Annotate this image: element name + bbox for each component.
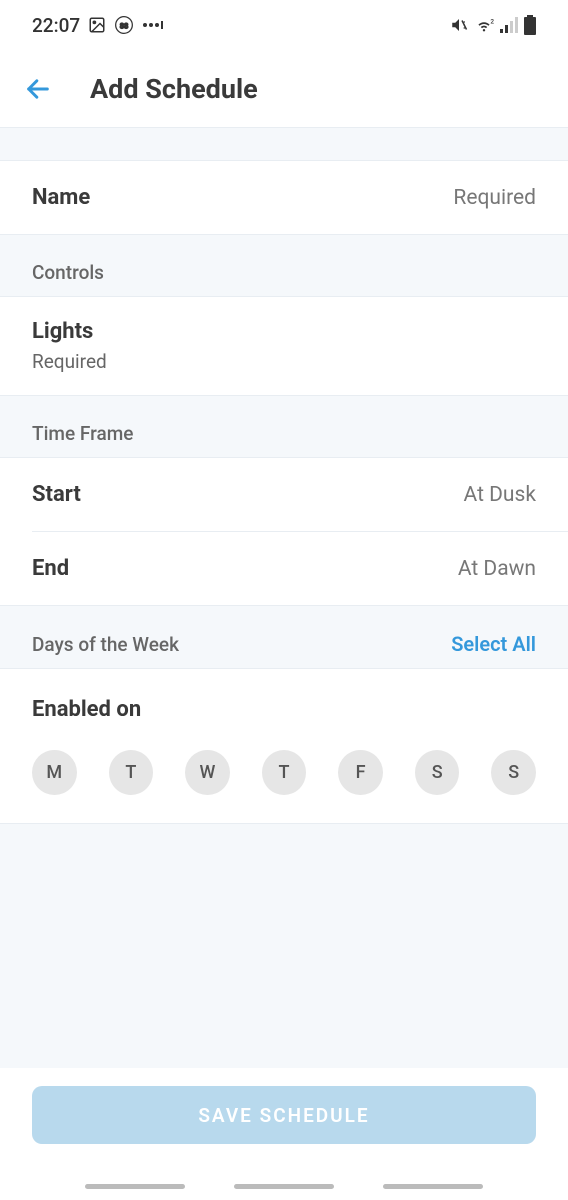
timeframe-label: Time Frame: [32, 422, 133, 445]
enabled-on-label: Enabled on: [32, 697, 536, 722]
end-label: End: [32, 556, 69, 581]
back-button[interactable]: [24, 75, 52, 103]
status-left: 22:07 88: [32, 14, 164, 37]
start-label: Start: [32, 482, 81, 507]
name-value: Required: [453, 186, 536, 210]
signal-icon: [500, 17, 518, 33]
name-row[interactable]: Name Required: [0, 160, 568, 235]
lights-value: Required: [32, 350, 536, 373]
app-bar: Add Schedule: [0, 50, 568, 128]
nav-home[interactable]: [234, 1184, 334, 1189]
mute-vibrate-icon: [450, 16, 468, 34]
status-right: 2: [450, 15, 536, 35]
start-row[interactable]: Start At Dusk: [0, 458, 568, 531]
day-saturday[interactable]: S: [415, 750, 460, 795]
image-icon: [88, 16, 106, 34]
day-tuesday[interactable]: T: [109, 750, 154, 795]
wifi-icon: 2: [474, 17, 494, 33]
blank-fill: [0, 824, 568, 1068]
lights-row[interactable]: Lights Required: [0, 296, 568, 396]
day-sunday[interactable]: S: [491, 750, 536, 795]
end-row[interactable]: End At Dawn: [0, 532, 568, 605]
spacer: [0, 128, 568, 160]
battery-icon: [524, 15, 536, 35]
day-thursday[interactable]: T: [262, 750, 307, 795]
save-schedule-button[interactable]: SAVE SCHEDULE: [32, 1086, 536, 1144]
days-label: Days of the Week: [32, 633, 179, 656]
lights-label: Lights: [32, 319, 536, 344]
day-wednesday[interactable]: W: [185, 750, 230, 795]
android-nav-bar: [0, 1172, 568, 1200]
days-header: Days of the Week Select All: [0, 606, 568, 668]
day-friday[interactable]: F: [338, 750, 383, 795]
nav-back[interactable]: [383, 1184, 483, 1189]
select-all-button[interactable]: Select All: [451, 632, 536, 656]
battery-percent-icon: 88: [114, 15, 134, 35]
controls-header: Controls: [0, 235, 568, 296]
days-section: Enabled on M T W T F S S: [0, 668, 568, 824]
end-value: At Dawn: [458, 557, 536, 581]
name-label: Name: [32, 185, 90, 210]
save-area: SAVE SCHEDULE: [0, 1068, 568, 1172]
start-value: At Dusk: [464, 483, 536, 507]
controls-label: Controls: [32, 261, 104, 284]
day-monday[interactable]: M: [32, 750, 77, 795]
svg-text:88: 88: [120, 21, 129, 30]
more-icon: [142, 18, 164, 32]
status-time: 22:07: [32, 14, 80, 37]
nav-recents[interactable]: [85, 1184, 185, 1189]
status-bar: 22:07 88 2: [0, 0, 568, 50]
svg-text:2: 2: [490, 17, 494, 25]
timeframe-header: Time Frame: [0, 396, 568, 457]
days-row: M T W T F S S: [32, 750, 536, 795]
timeframe-group: Start At Dusk End At Dawn: [0, 457, 568, 606]
page-title: Add Schedule: [90, 73, 258, 105]
